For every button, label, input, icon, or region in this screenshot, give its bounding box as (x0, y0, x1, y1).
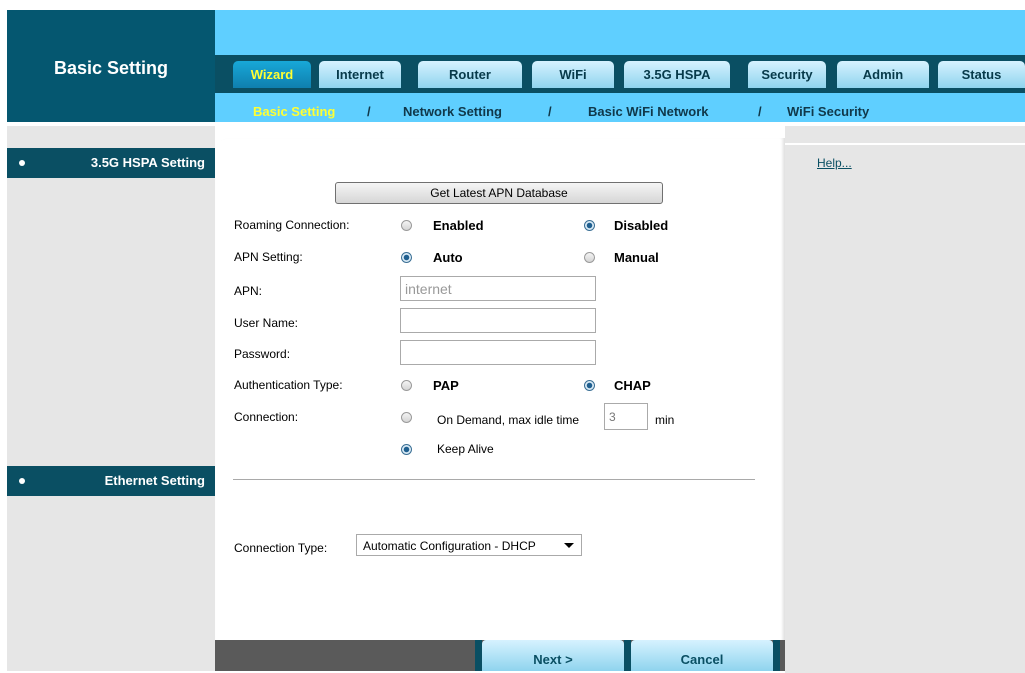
footer-separator (773, 640, 780, 671)
subnav-wifi-security[interactable]: WiFi Security (787, 104, 869, 119)
connection-keep-alive-radio[interactable] (401, 444, 412, 455)
apn-setting-label: APN Setting: (234, 250, 303, 264)
connection-keep-alive-label: Keep Alive (437, 442, 494, 456)
password-label: Password: (234, 347, 291, 361)
connection-type-label: Connection Type: (234, 541, 328, 555)
user-name-input[interactable] (400, 308, 596, 333)
subnav-basic-wifi-network[interactable]: Basic WiFi Network (588, 104, 709, 119)
sidebar-section-hspa: 3.5G HSPA Setting (7, 148, 215, 178)
footer-separator (624, 640, 631, 671)
auth-chap-radio[interactable] (584, 380, 595, 391)
tab-wifi[interactable]: WiFi (532, 61, 614, 88)
idle-unit-label: min (655, 413, 675, 427)
tab-status[interactable]: Status (938, 61, 1025, 88)
apn-auto-radio[interactable] (401, 252, 412, 263)
sidebar-section-label: Ethernet Setting (104, 473, 205, 488)
apn-manual-label: Manual (614, 250, 659, 265)
apn-label: APN: (234, 284, 263, 298)
auth-pap-radio[interactable] (401, 380, 412, 391)
apn-input[interactable] (400, 276, 596, 301)
connection-type-select[interactable]: Automatic Configuration - DHCP (356, 534, 582, 556)
get-latest-apn-database-button[interactable]: Get Latest APN Database (335, 182, 663, 204)
roaming-disabled-label: Disabled (614, 218, 669, 233)
tab-router[interactable]: Router (418, 61, 522, 88)
tab-wizard[interactable]: Wizard (233, 61, 311, 88)
left-panel (7, 126, 215, 671)
tab-3-5g-hspa[interactable]: 3.5G HSPA (624, 61, 730, 88)
user-name-label: User Name: (234, 316, 299, 330)
page-title: Basic Setting (53, 58, 169, 78)
subnav-separator: / (548, 104, 552, 119)
subnav-separator: / (367, 104, 371, 119)
chevron-down-icon (564, 543, 574, 548)
bullet-icon (19, 160, 25, 166)
cancel-button[interactable]: Cancel (631, 640, 773, 671)
help-link[interactable]: Help... (817, 156, 852, 170)
tab-internet[interactable]: Internet (319, 61, 401, 88)
connection-on-demand-label: On Demand, max idle time (437, 413, 580, 427)
password-input[interactable] (400, 340, 596, 365)
subnav-separator: / (758, 104, 762, 119)
section-divider (233, 479, 755, 480)
sidebar-section-ethernet: Ethernet Setting (7, 466, 215, 496)
help-panel (785, 143, 1025, 673)
subnav-basic-setting[interactable]: Basic Setting (253, 104, 335, 119)
tab-security[interactable]: Security (748, 61, 826, 88)
max-idle-time-input[interactable] (604, 403, 648, 430)
apn-manual-radio[interactable] (584, 252, 595, 263)
connection-label: Connection: (234, 410, 299, 424)
footer-separator (475, 640, 482, 671)
roaming-enabled-radio[interactable] (401, 220, 412, 231)
next-button[interactable]: Next > (482, 640, 624, 671)
title-block: Basic Setting (7, 10, 215, 122)
subnav-network-setting[interactable]: Network Setting (403, 104, 502, 119)
connection-on-demand-radio[interactable] (401, 412, 412, 423)
authentication-type-label: Authentication Type: (234, 378, 343, 392)
apn-auto-label: Auto (433, 250, 463, 265)
bullet-icon (19, 478, 25, 484)
auth-pap-label: PAP (433, 378, 459, 393)
roaming-connection-label: Roaming Connection: (234, 218, 350, 232)
tab-admin[interactable]: Admin (837, 61, 929, 88)
roaming-enabled-label: Enabled (433, 218, 484, 233)
sidebar-section-label: 3.5G HSPA Setting (90, 155, 205, 170)
roaming-disabled-radio[interactable] (584, 220, 595, 231)
auth-chap-label: CHAP (614, 378, 651, 393)
connection-type-value: Automatic Configuration - DHCP (363, 539, 536, 553)
